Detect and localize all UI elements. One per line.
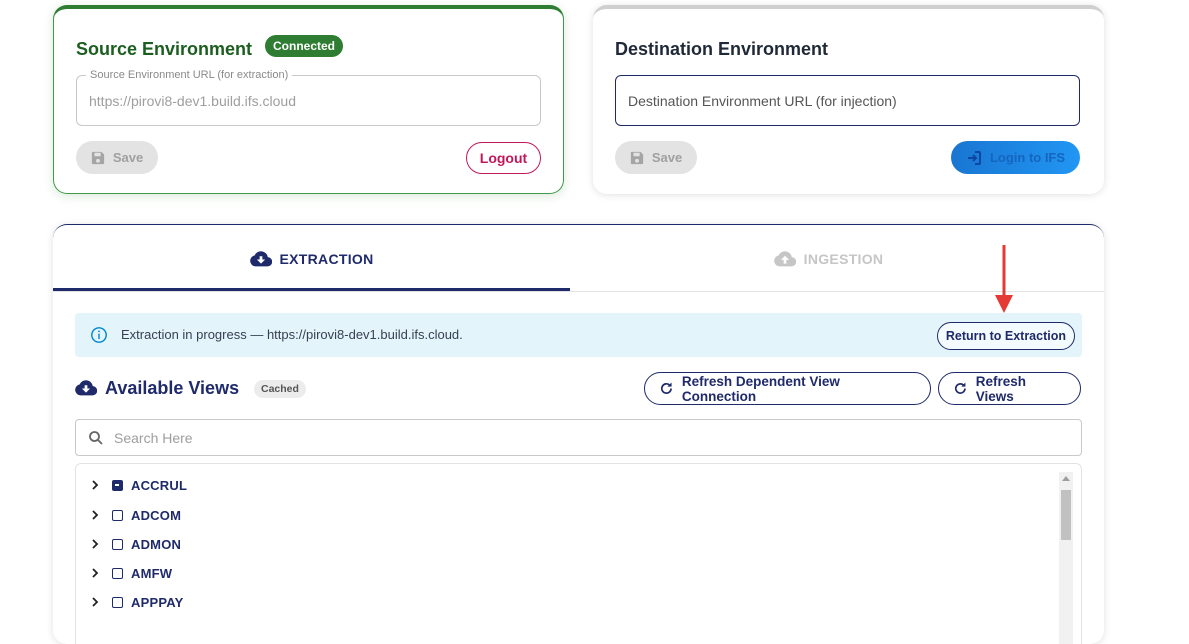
checkbox[interactable] xyxy=(112,538,123,550)
refresh-dependent-label: Refresh Dependent View Connection xyxy=(681,373,840,404)
destination-environment-card: Destination Environment Destination Envi… xyxy=(593,5,1104,194)
login-icon xyxy=(967,150,981,165)
source-url-value: https://pirovi8-dev1.build.ifs.cloud xyxy=(89,93,296,109)
source-environment-title: Source Environment xyxy=(76,39,253,59)
tree-scrollbar[interactable] xyxy=(1059,472,1073,644)
refresh-icon xyxy=(661,382,672,394)
return-to-extraction-button[interactable]: Return to Extraction xyxy=(936,322,1075,350)
extraction-info-alert: Extraction in progress — https://pirovi8… xyxy=(75,313,1082,357)
tree-item-accrul[interactable]: ACCRUL xyxy=(88,474,187,496)
cloud-download-icon xyxy=(75,380,97,396)
search-input[interactable]: Search Here xyxy=(75,419,1082,456)
connected-status-badge: Connected xyxy=(265,35,344,57)
tree-item-adcom[interactable]: ADCOM xyxy=(88,504,181,526)
source-environment-card: Source Environment Connected Source Envi… xyxy=(53,5,564,194)
destination-url-input[interactable]: Destination Environment URL (for injecti… xyxy=(615,75,1080,126)
destination-url-placeholder: Destination Environment URL (for injecti… xyxy=(628,93,897,109)
chevron-right-icon[interactable] xyxy=(88,566,102,580)
cloud-upload-icon xyxy=(773,250,796,266)
destination-save-label: Save xyxy=(651,150,683,165)
refresh-icon xyxy=(954,382,966,394)
tab-ingestion-label: INGESTION xyxy=(803,250,884,267)
cloud-download-icon xyxy=(249,250,272,266)
search-icon xyxy=(89,431,103,445)
destination-save-button[interactable]: Save xyxy=(615,141,697,174)
save-icon xyxy=(91,151,104,164)
info-icon xyxy=(91,327,107,343)
tree-item-amfw[interactable]: AMFW xyxy=(88,562,172,584)
refresh-views-label: Refresh Views xyxy=(975,373,1026,404)
checkbox-indeterminate[interactable] xyxy=(112,479,123,491)
extraction-panel: EXTRACTION INGESTION Extraction in progr… xyxy=(53,224,1104,644)
tree-item-label: ACCRUL xyxy=(131,477,188,493)
scrollbar-thumb[interactable] xyxy=(1061,490,1071,540)
save-icon xyxy=(630,151,643,164)
logout-button[interactable]: Logout xyxy=(466,142,541,174)
search-placeholder: Search Here xyxy=(114,430,193,446)
scroll-up-arrow-icon[interactable] xyxy=(1062,476,1070,481)
checkbox[interactable] xyxy=(112,567,123,579)
refresh-dependent-view-connection-button[interactable]: Refresh Dependent View Connection xyxy=(644,372,931,405)
chevron-right-icon[interactable] xyxy=(88,478,102,492)
tree-item-admon[interactable]: ADMON xyxy=(88,533,181,555)
available-views-title: Available Views xyxy=(105,377,240,398)
source-save-button[interactable]: Save xyxy=(76,141,158,174)
source-url-field[interactable]: Source Environment URL (for extraction) … xyxy=(76,69,541,126)
checkbox[interactable] xyxy=(112,509,123,521)
source-url-label: Source Environment URL (for extraction) xyxy=(86,69,293,81)
tree-item-label: ADCOM xyxy=(131,507,182,523)
checkbox[interactable] xyxy=(112,596,123,608)
cached-badge: Cached xyxy=(254,380,306,398)
login-to-ifs-button[interactable]: Login to IFS xyxy=(951,141,1080,174)
tab-extraction-label: EXTRACTION xyxy=(279,250,374,267)
tree-item-label: AMFW xyxy=(131,565,173,581)
chevron-right-icon[interactable] xyxy=(88,537,102,551)
chevron-right-icon[interactable] xyxy=(88,508,102,522)
active-tab-indicator xyxy=(53,288,570,291)
tree-item-label: ADMON xyxy=(131,536,182,552)
refresh-views-button[interactable]: Refresh Views xyxy=(938,372,1081,405)
views-tree: ACCRUL ADCOM ADMON AMFW APPPAY xyxy=(75,463,1082,644)
tree-item-label: APPPAY xyxy=(131,594,184,610)
destination-environment-title: Destination Environment xyxy=(615,39,829,59)
annotation-arrow-icon xyxy=(995,245,1013,313)
tab-bar: EXTRACTION INGESTION xyxy=(53,225,1104,292)
tab-extraction[interactable]: EXTRACTION xyxy=(53,225,570,292)
info-message: Extraction in progress — https://pirovi8… xyxy=(121,327,463,342)
source-save-label: Save xyxy=(112,150,144,165)
login-label: Login to IFS xyxy=(989,150,1066,165)
chevron-right-icon[interactable] xyxy=(88,595,102,609)
tree-item-apppay[interactable]: APPPAY xyxy=(88,591,184,613)
available-views-heading: Available Views xyxy=(75,377,239,399)
